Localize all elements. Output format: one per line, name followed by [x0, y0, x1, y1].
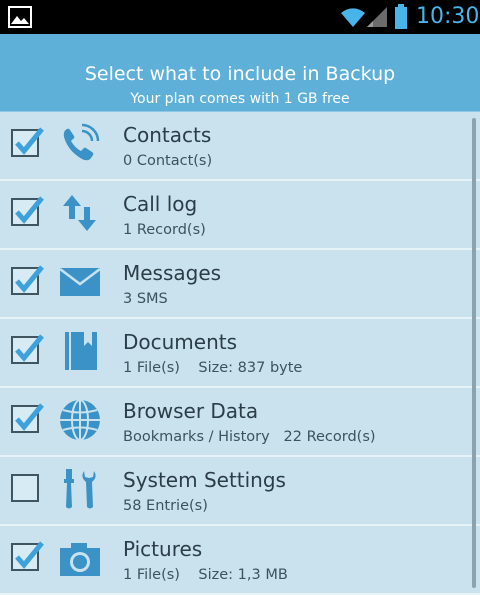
item-detail: Bookmarks / History 22 Record(s): [123, 429, 376, 445]
item-title: Browser Data: [123, 399, 259, 423]
list-item-contacts[interactable]: Contacts 0 Contact(s): [0, 112, 480, 181]
list-item-call-log[interactable]: Call log 1 Record(s): [0, 181, 480, 250]
gallery-icon: [8, 6, 32, 32]
item-detail: 1 File(s) Size: 837 byte: [123, 360, 303, 376]
include-checkbox[interactable]: [11, 541, 44, 571]
include-checkbox[interactable]: [11, 265, 44, 295]
include-checkbox[interactable]: [11, 127, 44, 157]
battery-icon: [394, 4, 408, 34]
document-icon: [58, 329, 102, 373]
checkmark-icon: [15, 127, 44, 155]
signal-icon: [366, 6, 388, 32]
scrollbar[interactable]: [472, 118, 476, 588]
list-item-system-settings[interactable]: System Settings 58 Entrie(s): [0, 457, 480, 526]
envelope-icon: [58, 260, 102, 304]
item-title: Documents: [123, 330, 238, 354]
phone-icon: [58, 122, 102, 166]
item-title: Contacts: [123, 123, 212, 147]
status-bar: 10:30: [0, 0, 480, 34]
plan-subtitle: Your plan comes with 1 GB free: [130, 91, 350, 107]
include-checkbox[interactable]: [11, 196, 44, 226]
item-detail: 1 Record(s): [123, 222, 206, 238]
checkmark-icon: [15, 196, 44, 224]
clock: 10:30: [416, 4, 480, 29]
checkmark-icon: [15, 403, 44, 431]
list-item-browser-data[interactable]: Browser Data Bookmarks / History 22 Reco…: [0, 388, 480, 457]
list-item-documents[interactable]: Documents 1 File(s) Size: 837 byte: [0, 319, 480, 388]
backup-header: Select what to include in Backup Your pl…: [0, 34, 480, 112]
item-detail: 3 SMS: [123, 291, 168, 307]
camera-icon: [58, 536, 102, 580]
list-item-pictures[interactable]: Pictures 1 File(s) Size: 1,3 MB: [0, 526, 480, 595]
item-detail: 58 Entrie(s): [123, 498, 208, 514]
globe-icon: [58, 398, 102, 442]
item-detail: 1 File(s) Size: 1,3 MB: [123, 567, 288, 583]
tools-icon: [58, 467, 102, 511]
item-title: Messages: [123, 261, 222, 285]
wifi-icon: [340, 5, 366, 33]
include-checkbox[interactable]: [11, 474, 39, 502]
include-checkbox[interactable]: [11, 334, 44, 364]
checkmark-icon: [15, 265, 44, 293]
item-title: Call log: [123, 192, 198, 216]
backup-item-list: Contacts 0 Contact(s) Call log 1 Record(…: [0, 112, 480, 595]
page-title: Select what to include in Backup: [84, 63, 396, 85]
item-detail: 0 Contact(s): [123, 153, 213, 169]
checkmark-icon: [15, 541, 44, 569]
list-item-messages[interactable]: Messages 3 SMS: [0, 250, 480, 319]
updown-arrows-icon: [58, 191, 102, 235]
item-title: Pictures: [123, 537, 203, 561]
checkmark-icon: [15, 334, 44, 362]
item-title: System Settings: [123, 468, 286, 492]
include-checkbox[interactable]: [11, 403, 44, 433]
